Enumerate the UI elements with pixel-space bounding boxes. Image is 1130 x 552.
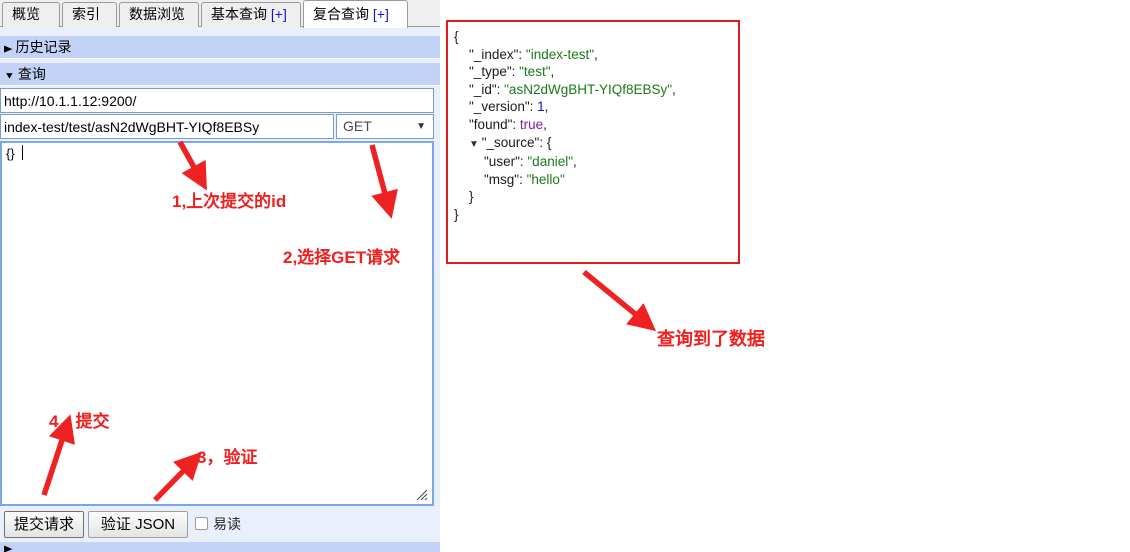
json-line: } xyxy=(454,188,676,206)
tab-plus-icon: [+] xyxy=(267,6,287,22)
json-token: "daniel" xyxy=(527,154,574,170)
tab-composite-query[interactable]: 复合查询 [+] xyxy=(303,0,408,28)
json-token: , xyxy=(544,99,549,115)
json-token: "_version" xyxy=(469,99,530,115)
json-token: "_index" xyxy=(469,46,519,62)
pretty-print-checkbox[interactable] xyxy=(195,517,208,530)
submit-request-button[interactable]: 提交请求 xyxy=(4,511,84,538)
section-header-query[interactable]: ▼ 查询 xyxy=(0,63,440,86)
tab-label: 基本查询 xyxy=(211,6,267,22)
chevron-down-icon[interactable]: ▼ xyxy=(469,139,482,150)
annotation-note-1: 1,上次提交的id xyxy=(172,192,287,211)
server-url-input[interactable] xyxy=(0,88,434,113)
json-token: "_type" xyxy=(469,64,512,80)
json-line: "_index": "index-test", xyxy=(454,46,676,64)
arrow-to-result-box xyxy=(582,269,657,332)
json-token: : xyxy=(512,116,520,132)
json-line: "_id": "asN2dWgBHT-YIQf8EBSy", xyxy=(454,81,676,99)
chevron-right-icon: ▶ xyxy=(4,543,13,552)
json-token: } xyxy=(469,189,474,205)
tab-plus-icon: [+] xyxy=(369,6,389,22)
tab-label: 概览 xyxy=(12,6,40,22)
json-token: : xyxy=(511,64,520,80)
response-result-box: { "_index": "index-test", "_type": "test… xyxy=(446,20,740,264)
json-token: : xyxy=(519,171,527,187)
json-token: "asN2dWgBHT-YIQf8EBSy" xyxy=(504,81,673,97)
annotation-note-5: 查询到了数据 xyxy=(657,329,765,349)
tab-bar: 概览 索引 数据浏览 基本查询 [+] 复合查询 [+] xyxy=(0,0,440,28)
json-token: , xyxy=(573,154,577,170)
text-caret xyxy=(22,145,23,160)
json-token: : xyxy=(496,81,505,97)
tab-indices[interactable]: 索引 xyxy=(62,2,117,27)
section-label-query: 查询 xyxy=(17,66,46,82)
json-line: } xyxy=(454,206,676,224)
json-token: , xyxy=(594,46,598,62)
pretty-print-label[interactable]: 易读 xyxy=(213,514,241,534)
annotation-note-3: 3，验证 xyxy=(197,448,258,467)
json-token: "_id" xyxy=(469,81,497,97)
section-header-history[interactable]: ▶ 历史记录 xyxy=(0,36,440,59)
json-line: "found": true, xyxy=(454,116,676,134)
tab-label: 数据浏览 xyxy=(129,6,185,22)
json-line: "_type": "test", xyxy=(454,63,676,81)
tab-data-browser[interactable]: 数据浏览 xyxy=(119,2,199,27)
request-path-input[interactable] xyxy=(0,114,334,139)
json-token: "msg" xyxy=(484,171,520,187)
tab-basic-query[interactable]: 基本查询 [+] xyxy=(201,2,301,27)
http-method-select[interactable]: GET ▼ xyxy=(336,114,434,139)
json-token: "index-test" xyxy=(525,46,595,62)
json-line: ▼ "_source": { xyxy=(454,134,676,154)
section-label-history: 历史记录 xyxy=(15,39,72,55)
json-line: "_version": 1, xyxy=(454,98,676,116)
json-token: } xyxy=(454,206,459,222)
json-token: , xyxy=(550,64,555,80)
section-header-collapsed-bottom[interactable]: ▶ xyxy=(0,542,440,552)
annotation-note-4: 4，提交 xyxy=(49,412,110,431)
chevron-down-icon: ▼ xyxy=(4,70,15,82)
json-line: { xyxy=(454,28,676,46)
tab-label: 复合查询 xyxy=(313,6,369,22)
json-line: "msg": "hello" xyxy=(454,171,676,189)
tab-overview[interactable]: 概览 xyxy=(2,2,60,27)
json-token: "_source" xyxy=(481,134,540,150)
json-token: "found" xyxy=(469,116,513,132)
json-token: "hello" xyxy=(526,171,565,187)
validate-json-button[interactable]: 验证 JSON xyxy=(88,511,188,538)
json-token: 1 xyxy=(537,99,545,115)
http-method-value: GET xyxy=(343,118,372,134)
tab-label: 索引 xyxy=(72,6,100,22)
json-token: { xyxy=(454,29,459,44)
query-panel: 概览 索引 数据浏览 基本查询 [+] 复合查询 [+] ▶历史记录 ▼查询 G… xyxy=(0,0,440,552)
json-token: : xyxy=(518,46,526,62)
json-token: true xyxy=(519,116,544,132)
json-token: , xyxy=(672,81,676,97)
json-token: "user" xyxy=(484,154,520,170)
json-token: , xyxy=(543,116,547,132)
annotation-note-2: 2,选择GET请求 xyxy=(283,248,401,267)
json-token: : { xyxy=(539,134,552,150)
json-response-view: { "_index": "index-test", "_type": "test… xyxy=(454,28,676,224)
chevron-right-icon: ▶ xyxy=(4,43,13,55)
json-line: "user": "daniel", xyxy=(454,153,676,171)
json-token: "test" xyxy=(519,64,551,80)
chevron-down-icon: ▼ xyxy=(416,121,426,132)
